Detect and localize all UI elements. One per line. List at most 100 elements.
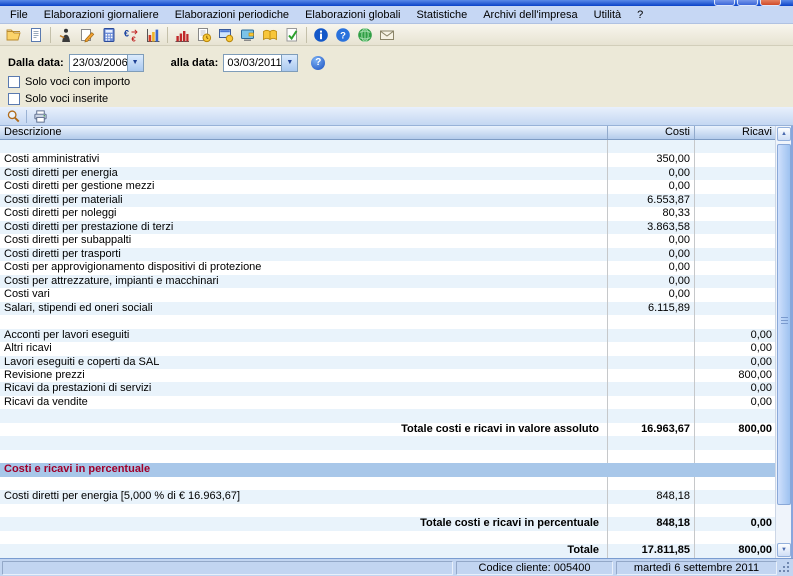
menu-item-elaborazioni-giornaliere[interactable]: Elaborazioni giornaliere — [36, 7, 167, 23]
row-ricavi-cell: 800,00 — [694, 544, 776, 557]
row-ricavi-cell — [694, 207, 776, 220]
menu-item-statistiche[interactable]: Statistiche — [408, 7, 475, 23]
scroll-up-icon[interactable]: ▲ — [777, 127, 791, 141]
toolbar-separator — [50, 27, 51, 43]
only-items-with-amount-checkbox[interactable] — [8, 76, 20, 88]
menu-item-utilit[interactable]: Utilità — [586, 7, 630, 23]
bar-chart-button[interactable] — [142, 25, 164, 45]
mail-button[interactable] — [376, 25, 398, 45]
resize-grip[interactable] — [777, 561, 791, 575]
close-button[interactable] — [760, 0, 781, 6]
table-row[interactable]: Acconti per lavori eseguiti0,00 — [0, 329, 791, 342]
check-document-button[interactable] — [281, 25, 303, 45]
print-button[interactable] — [30, 108, 50, 125]
table-row[interactable]: Costi diretti per trasporti0,00 — [0, 248, 791, 261]
table-row[interactable]: Costi diretti per noleggi80,33 — [0, 207, 791, 220]
table-row — [0, 477, 791, 490]
table-row[interactable]: Revisione prezzi800,00 — [0, 369, 791, 382]
table-row[interactable]: Costi diretti per energia [5,000 % di € … — [0, 490, 791, 503]
table-row[interactable]: Ricavi da vendite0,00 — [0, 396, 791, 409]
row-description-cell: Costi per attrezzature, impianti e macch… — [0, 275, 607, 288]
row-costi-cell — [607, 409, 694, 422]
row-ricavi-cell — [694, 248, 776, 261]
table-row[interactable]: Lavori eseguiti e coperti da SAL0,00 — [0, 356, 791, 369]
row-description-cell: Ricavi da prestazioni di servizi — [0, 382, 607, 395]
globe-button[interactable] — [354, 25, 376, 45]
row-ricavi-cell — [694, 504, 776, 517]
section-title: Costi e ricavi in percentuale — [0, 463, 776, 476]
from-date-combobox[interactable]: 23/03/2006 ▼ — [69, 54, 144, 72]
row-description-cell: Costi diretti per trasporti — [0, 248, 607, 261]
date-range-row: Dalla data: 23/03/2006 ▼ alla data: 03/0… — [8, 53, 793, 72]
row-costi-cell: 16.963,67 — [607, 423, 694, 436]
menu-bar: FileElaborazioni giornaliereElaborazioni… — [0, 6, 793, 24]
calculator-button[interactable] — [98, 25, 120, 45]
vertical-scrollbar[interactable]: ▲ ▼ — [775, 126, 791, 558]
document-button[interactable] — [25, 25, 47, 45]
menu-item-archivi-dell-impresa[interactable]: Archivi dell'impresa — [475, 7, 585, 23]
only-inserted-items-row[interactable]: Solo voci inserite — [8, 92, 793, 106]
row-costi-cell — [607, 140, 694, 153]
table-row[interactable]: Costi per attrezzature, impianti e macch… — [0, 275, 791, 288]
status-client-code: Codice cliente: 005400 — [456, 561, 613, 575]
row-ricavi-cell — [694, 153, 776, 166]
row-description-cell — [0, 531, 607, 544]
tv-money-button[interactable] — [237, 25, 259, 45]
from-date-value[interactable]: 23/03/2006 — [70, 55, 127, 71]
only-items-with-amount-row[interactable]: Solo voci con importo — [8, 75, 793, 89]
table-row[interactable]: Salari, stipendi ed oneri sociali6.115,8… — [0, 302, 791, 315]
monitor-money-icon — [218, 27, 234, 43]
table-row: Totale costi e ricavi in percentuale848,… — [0, 517, 791, 530]
table-row[interactable]: Costi diretti per materiali6.553,87 — [0, 194, 791, 207]
menu-item-file[interactable]: File — [2, 7, 36, 23]
open-folder-button[interactable] — [3, 25, 25, 45]
monitor-money-button[interactable] — [215, 25, 237, 45]
red-chart-button[interactable] — [171, 25, 193, 45]
open-folder-icon — [6, 27, 22, 43]
worker-button[interactable] — [54, 25, 76, 45]
scrollbar-thumb[interactable] — [777, 144, 791, 505]
clock-document-icon — [196, 27, 212, 43]
menu-item-elaborazioni-periodiche[interactable]: Elaborazioni periodiche — [167, 7, 297, 23]
scroll-down-icon[interactable]: ▼ — [777, 543, 791, 557]
yellow-book-button[interactable] — [259, 25, 281, 45]
table-row[interactable]: Costi diretti per subappalti0,00 — [0, 234, 791, 247]
table-row[interactable]: Costi diretti per energia0,00 — [0, 167, 791, 180]
table-row[interactable]: Altri ricavi0,00 — [0, 342, 791, 355]
table-row — [0, 436, 791, 449]
edit-document-button[interactable] — [76, 25, 98, 45]
table-row[interactable]: Costi vari0,00 — [0, 288, 791, 301]
to-date-dropdown-icon[interactable]: ▼ — [281, 55, 297, 71]
only-inserted-items-checkbox[interactable] — [8, 93, 20, 105]
only-inserted-items-label: Solo voci inserite — [25, 93, 108, 105]
info-button[interactable] — [310, 25, 332, 45]
help-button[interactable]: ? — [332, 25, 354, 45]
menu-item-item[interactable]: ? — [629, 7, 651, 23]
status-bar: Codice cliente: 005400 martedì 6 settemb… — [0, 558, 793, 576]
only-items-with-amount-label: Solo voci con importo — [25, 76, 130, 88]
from-date-dropdown-icon[interactable]: ▼ — [127, 55, 143, 71]
search-button[interactable] — [3, 108, 23, 125]
table-row: Totale17.811,85800,00 — [0, 544, 791, 557]
table-row[interactable]: Costi per approvigionamento dispositivi … — [0, 261, 791, 274]
maximize-button[interactable] — [737, 0, 758, 6]
row-description-cell: Costi per approvigionamento dispositivi … — [0, 261, 607, 274]
date-help-icon[interactable]: ? — [311, 56, 325, 70]
euro-exchange-button[interactable]: €€ — [120, 25, 142, 45]
table-row[interactable]: Ricavi da prestazioni di servizi0,00 — [0, 382, 791, 395]
help-icon: ? — [335, 27, 351, 43]
clock-document-button[interactable] — [193, 25, 215, 45]
to-date-combobox[interactable]: 03/03/2011 ▼ — [223, 54, 298, 72]
row-costi-cell: 6.553,87 — [607, 194, 694, 207]
to-date-value[interactable]: 03/03/2011 — [224, 55, 281, 71]
table-row[interactable]: Costi diretti per prestazione di terzi3.… — [0, 221, 791, 234]
table-row[interactable]: Costi amministrativi350,00 — [0, 153, 791, 166]
table-row[interactable]: Costi diretti per gestione mezzi0,00 — [0, 180, 791, 193]
minimize-button[interactable] — [714, 0, 735, 6]
table-row — [0, 315, 791, 328]
menu-item-elaborazioni-globali[interactable]: Elaborazioni globali — [297, 7, 408, 23]
column-header-descrizione[interactable]: Descrizione — [0, 126, 607, 139]
column-header-ricavi[interactable]: Ricavi — [694, 126, 776, 139]
column-header-costi[interactable]: Costi — [607, 126, 694, 139]
row-costi-cell — [607, 504, 694, 517]
